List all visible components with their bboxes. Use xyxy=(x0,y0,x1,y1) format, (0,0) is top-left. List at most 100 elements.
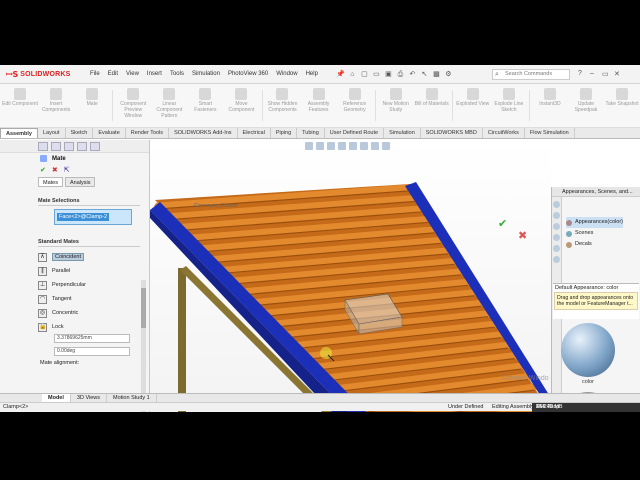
view-orientation-icon[interactable] xyxy=(349,142,357,150)
bottom-tab-3d-views[interactable]: 3D Views xyxy=(71,394,108,402)
menu-window[interactable]: Window xyxy=(276,71,297,77)
confirm-corner-cancel-icon[interactable]: ✖ xyxy=(518,229,527,242)
mate-tangent[interactable]: ◠ Tangent xyxy=(38,292,140,306)
undo-icon[interactable]: ↶ xyxy=(408,70,417,79)
menu-view[interactable]: View xyxy=(126,71,139,77)
menu-edit[interactable]: Edit xyxy=(108,71,118,77)
menu-file[interactable]: File xyxy=(90,71,100,77)
tab-assembly[interactable]: Assembly xyxy=(0,128,38,138)
home-icon[interactable]: ⌂ xyxy=(348,70,357,79)
cmd-move-component[interactable]: Move Component xyxy=(223,84,259,127)
distance-field[interactable]: 3.37869625mm xyxy=(54,334,130,343)
save-icon[interactable]: ▣ xyxy=(384,70,393,79)
scroll-thumb[interactable] xyxy=(141,288,146,328)
tab-flow-simulation[interactable]: Flow Simulation xyxy=(525,128,575,138)
tab-circuitworks[interactable]: CircuitWorks xyxy=(483,128,525,138)
options-icon[interactable]: ⚙ xyxy=(444,70,453,79)
stop-hint[interactable]: F11: Stop xyxy=(536,404,559,410)
angle-field[interactable]: 0.00deg xyxy=(54,347,130,356)
mate-perpendicular[interactable]: ⊥ Perpendicular xyxy=(38,278,140,292)
tab-tubing[interactable]: Tubing xyxy=(297,128,325,138)
cmd-update-speedpak[interactable]: Update Speedpak xyxy=(568,84,604,127)
tree-item-appearances[interactable]: Appearances(color) xyxy=(566,217,623,228)
edit-appearance-icon[interactable] xyxy=(382,142,390,150)
cmd-smart-fasteners[interactable]: Smart Fasteners xyxy=(187,84,223,127)
menu-help[interactable]: Help xyxy=(306,71,318,77)
mate-selections-title[interactable]: Mate Selections xyxy=(38,196,140,206)
cmd-assembly-features[interactable]: Assembly Features xyxy=(301,84,337,127)
tree-item-decals[interactable]: Decals xyxy=(566,239,623,250)
tab-render-tools[interactable]: Render Tools xyxy=(126,128,170,138)
tree-item-scenes[interactable]: Scenes xyxy=(566,228,623,239)
tab-layout[interactable]: Layout xyxy=(38,128,66,138)
tab-user-defined-route[interactable]: User Defined Route xyxy=(325,128,385,138)
cmd-take-snapshot[interactable]: Take Snapshot xyxy=(604,84,640,127)
dimxpert-tab-icon[interactable] xyxy=(77,141,87,151)
custom-properties-icon[interactable] xyxy=(553,256,560,263)
tab-sketch[interactable]: Sketch xyxy=(66,128,94,138)
tab-mates[interactable]: Mates xyxy=(38,177,63,187)
print-icon[interactable]: ⎙ xyxy=(396,70,405,79)
confirm-corner-ok-icon[interactable]: ✔ xyxy=(498,217,507,230)
file-explorer-icon[interactable] xyxy=(553,223,560,230)
tab-evaluate[interactable]: Evaluate xyxy=(93,128,126,138)
bottom-tab-model[interactable]: Model xyxy=(42,394,71,402)
cmd-exploded-view[interactable]: Exploded View xyxy=(455,84,491,127)
search-input[interactable]: ⌕ Search Commands xyxy=(492,69,570,80)
tab-electrical[interactable]: Electrical xyxy=(238,128,271,138)
graphics-viewport[interactable]: Conveyor_Assem xyxy=(150,140,551,412)
rebuild-icon[interactable]: ▩ xyxy=(432,70,441,79)
tab-simulation[interactable]: Simulation xyxy=(384,128,421,138)
previous-view-icon[interactable] xyxy=(327,142,335,150)
cmd-new-motion-study[interactable]: New Motion Study xyxy=(378,84,414,127)
bottom-tab-motion-study-1[interactable]: Motion Study 1 xyxy=(107,394,157,402)
cmd-bill-of-materials[interactable]: Bill of Materials xyxy=(414,84,450,127)
resources-icon[interactable] xyxy=(553,201,560,208)
restore-icon[interactable]: ▭ xyxy=(602,70,611,78)
new-icon[interactable]: ▢ xyxy=(360,70,369,79)
mate-parallel[interactable]: ∥ Parallel xyxy=(38,264,140,278)
property-tab-icon[interactable] xyxy=(51,141,61,151)
minimize-icon[interactable]: – xyxy=(590,70,599,78)
mate-selection-list[interactable]: Face<2>@Clamp-2 xyxy=(54,209,132,225)
feature-tree-tab-icon[interactable] xyxy=(38,141,48,151)
mate-concentric[interactable]: ◎ Concentric xyxy=(38,306,140,320)
cmd-show-hidden-components[interactable]: Show Hidden Components xyxy=(264,84,300,127)
hide-show-icon[interactable] xyxy=(371,142,379,150)
standard-mates-title[interactable]: Standard Mates xyxy=(38,237,140,247)
cmd-explode-line-sketch[interactable]: Explode Line Sketch xyxy=(491,84,527,127)
cancel-x-icon[interactable]: ✖ xyxy=(52,166,58,174)
open-icon[interactable]: ▭ xyxy=(372,70,381,79)
pushpin-icon[interactable]: ⇱ xyxy=(64,166,70,174)
tab-analysis[interactable]: Analysis xyxy=(64,177,96,187)
design-library-icon[interactable] xyxy=(553,212,560,219)
menu-photoview-360[interactable]: PhotoView 360 xyxy=(228,71,268,77)
tab-piping[interactable]: Piping xyxy=(271,128,298,138)
appearances-icon[interactable] xyxy=(553,245,560,252)
view-palette-icon[interactable] xyxy=(553,234,560,241)
help-icon[interactable]: ? xyxy=(578,70,587,78)
pin-icon[interactable]: 📌 xyxy=(336,70,345,79)
ok-check-icon[interactable]: ✔ xyxy=(40,166,46,174)
mate-lock[interactable]: 🔒 Lock xyxy=(38,320,140,334)
cmd-edit-component[interactable]: Edit Component xyxy=(2,84,38,127)
mate-coincident[interactable]: ⊼ Coincident xyxy=(38,250,140,264)
cmd-component-preview-window[interactable]: Component Preview Window xyxy=(115,84,151,127)
cmd-mate[interactable]: Mate xyxy=(74,84,110,127)
menu-insert[interactable]: Insert xyxy=(147,71,162,77)
conveyor-model[interactable] xyxy=(150,140,551,412)
swatch-color[interactable]: color xyxy=(560,323,616,385)
display-tab-icon[interactable] xyxy=(90,141,100,151)
menu-simulation[interactable]: Simulation xyxy=(192,71,220,77)
cmd-instant3d[interactable]: Instant3D xyxy=(532,84,568,127)
section-view-icon[interactable] xyxy=(338,142,346,150)
display-style-icon[interactable] xyxy=(360,142,368,150)
cmd-linear-component-pattern[interactable]: Linear Component Pattern xyxy=(151,84,187,127)
solidworks-logo[interactable]: ꟷS SOLIDWORKS xyxy=(6,69,76,80)
selection-item[interactable]: Face<2>@Clamp-2 xyxy=(57,213,110,221)
cmd-reference-geometry[interactable]: Reference Geometry xyxy=(337,84,373,127)
model-breadcrumb[interactable]: Conveyor_Assem xyxy=(194,203,237,209)
menu-tools[interactable]: Tools xyxy=(170,71,184,77)
zoom-area-icon[interactable] xyxy=(316,142,324,150)
cmd-insert-components[interactable]: Insert Components xyxy=(38,84,74,127)
